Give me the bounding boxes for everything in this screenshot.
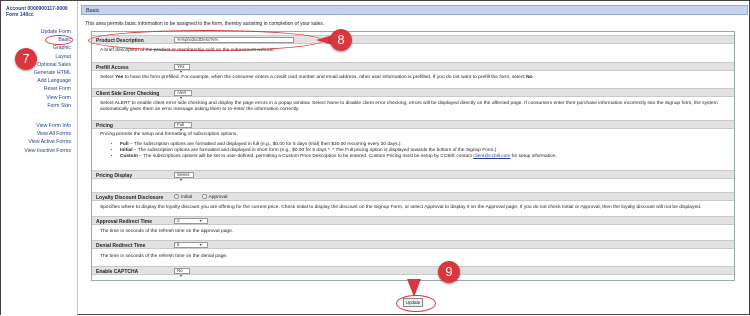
callout-badge-9: 9 bbox=[438, 261, 460, 283]
sidebar-item-reset-form[interactable]: Reset Form bbox=[24, 85, 71, 93]
chevron-down-icon: ▾ bbox=[180, 94, 183, 100]
approval-redirect-help: The time in seconds of the refresh time … bbox=[100, 229, 234, 234]
sidebar-item-view-form-info[interactable]: View Form Info bbox=[24, 122, 71, 130]
row-loyalty-discount: Loyalty Discount Disclosure Initial Appr… bbox=[92, 192, 734, 201]
callout-pointer-9 bbox=[407, 279, 421, 297]
sidebar-item-form-skin[interactable]: Form Skin bbox=[24, 102, 71, 110]
chevron-down-icon: ▾ bbox=[180, 272, 183, 278]
sidebar-item-view-form[interactable]: View Form bbox=[24, 94, 71, 102]
row-approval-redirect: Approval Redirect Time 3 ▾ bbox=[92, 216, 734, 225]
client-error-label: Client Side Error Checking bbox=[96, 91, 160, 97]
callout-badge-8: 8 bbox=[330, 29, 352, 51]
client-error-select[interactable]: Alert▾ bbox=[174, 90, 192, 99]
product-description-highlight-ring bbox=[88, 30, 323, 51]
approval-redirect-label: Approval Redirect Time bbox=[96, 219, 153, 225]
sidebar: Account 0000900117-0000 Form 140cc Updat… bbox=[1, 1, 78, 316]
captcha-select[interactable]: No▾ bbox=[174, 268, 190, 277]
list-item: Custom – The subscriptions options will … bbox=[120, 154, 557, 160]
prefill-select[interactable]: Yes▾ bbox=[174, 64, 190, 73]
row-enable-captcha: Enable CAPTCHA No▾ bbox=[92, 266, 734, 277]
row-denial-redirect: Denial Redirect Time 5 ▾ bbox=[92, 240, 734, 249]
initial-checkbox[interactable] bbox=[174, 194, 179, 199]
support-email-link[interactable]: client@ccbill.com bbox=[473, 154, 510, 159]
captcha-label: Enable CAPTCHA bbox=[96, 269, 139, 275]
loyalty-options: Initial Approval bbox=[174, 194, 227, 200]
basic-settings-form: Product Description %%productDesc%% A br… bbox=[91, 31, 735, 281]
account-info: Account 0000900117-0000 Form 140cc bbox=[1, 1, 77, 18]
denial-redirect-select[interactable]: 5 ▾ bbox=[174, 242, 208, 248]
chevron-down-icon: ▾ bbox=[199, 218, 202, 223]
chevron-down-icon: ▾ bbox=[180, 68, 183, 74]
basic-highlight-ring bbox=[45, 35, 73, 45]
sidebar-item-add-language[interactable]: Add Language bbox=[24, 77, 71, 85]
loyalty-help: Specifies where to display the loyalty d… bbox=[100, 205, 702, 210]
pricing-help: Pricing permits the setup and formatting… bbox=[100, 132, 238, 137]
sidebar-item-view-active-forms[interactable]: View Active Forms bbox=[24, 138, 71, 146]
row-client-error-checking: Client Side Error Checking Alert▾ bbox=[92, 88, 734, 99]
intro-text: This area permits basic information to b… bbox=[85, 21, 325, 27]
row-pricing-display: Pricing Display Select▾ bbox=[92, 170, 734, 181]
loyalty-label: Loyalty Discount Disclosure bbox=[96, 195, 164, 201]
sidebar-links: Update Form Basic Graphic Layout Optiona… bbox=[24, 28, 71, 155]
sidebar-item-view-all-forms[interactable]: View All Forms bbox=[24, 130, 71, 138]
prefill-help: Select Yes to have the form prefilled. F… bbox=[100, 75, 534, 80]
chevron-down-icon: ▾ bbox=[180, 176, 183, 182]
pricing-label: Pricing bbox=[96, 123, 113, 129]
pricing-display-select[interactable]: Select▾ bbox=[174, 172, 194, 181]
form-id: Form 140cc bbox=[6, 12, 34, 18]
denial-redirect-label: Denial Redirect Time bbox=[96, 243, 146, 249]
callout-badge-7: 7 bbox=[15, 48, 37, 70]
row-prefill: Prefill Access Yes▾ bbox=[92, 62, 734, 73]
pricing-select[interactable]: Full▾ bbox=[174, 122, 192, 131]
client-error-help: Select ALERT to enable client error side… bbox=[100, 101, 718, 113]
pricing-display-label: Pricing Display bbox=[96, 173, 133, 179]
prefill-label: Prefill Access bbox=[96, 65, 129, 71]
sidebar-item-generate-html[interactable]: Generate HTML bbox=[24, 69, 71, 77]
sidebar-item-view-inactive-forms[interactable]: View Inactive Forms bbox=[24, 147, 71, 155]
denial-redirect-help: The time in seconds of the refresh time … bbox=[100, 254, 228, 259]
approval-redirect-select[interactable]: 3 ▾ bbox=[174, 218, 208, 224]
row-pricing: Pricing Full▾ bbox=[92, 120, 734, 131]
update-highlight-ring bbox=[396, 295, 436, 312]
approval-checkbox[interactable] bbox=[201, 194, 207, 199]
pricing-options-list: Full – The subscription options are form… bbox=[112, 142, 557, 161]
section-title: Basic bbox=[81, 5, 748, 15]
chevron-down-icon: ▾ bbox=[199, 242, 202, 247]
